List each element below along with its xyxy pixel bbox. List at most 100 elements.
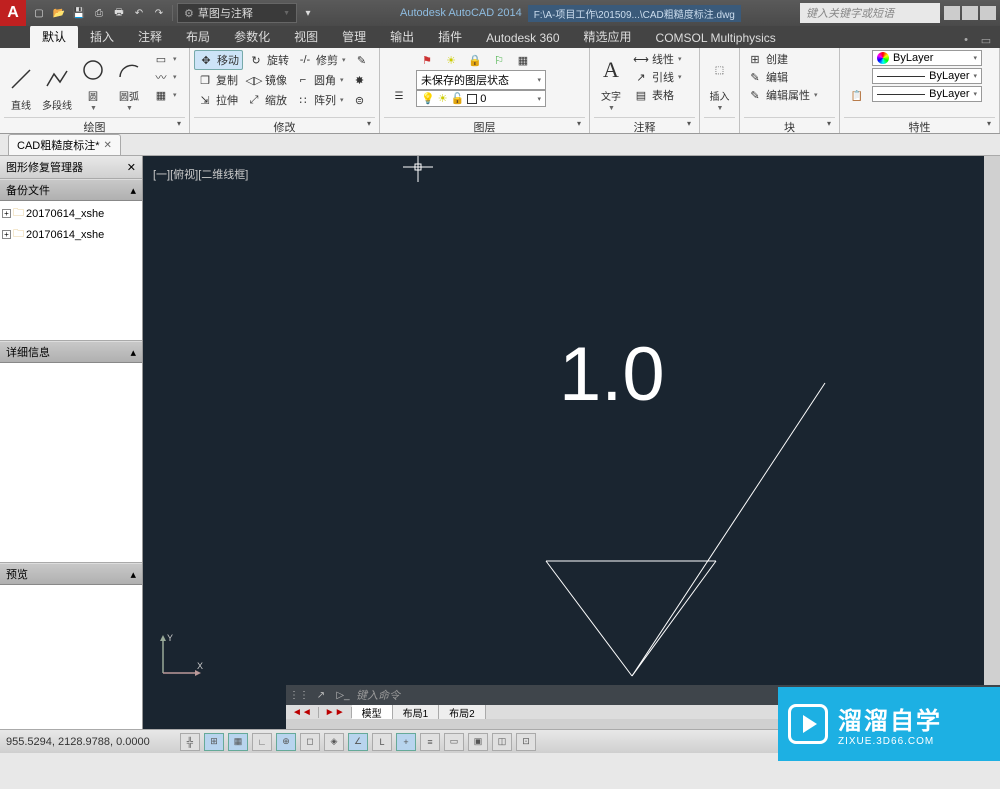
tree-item[interactable]: +🗀20170614_xshe (2, 224, 140, 245)
copy-button[interactable]: ❐复制 (194, 71, 241, 89)
tab-a360[interactable]: Autodesk 360 (474, 28, 571, 48)
tab-output[interactable]: 输出 (378, 25, 426, 48)
file-tree[interactable]: +🗀20170614_xshe +🗀20170614_xshe (0, 201, 142, 341)
erase-button[interactable]: ✎ (351, 51, 373, 69)
tab-default[interactable]: 默认 (30, 25, 78, 48)
minimize-icon[interactable]: ─ (944, 6, 960, 20)
side-close-icon[interactable]: ✕ (127, 161, 136, 174)
layer-tool4[interactable]: ⚐ (488, 51, 510, 69)
arc-button[interactable]: 圆弧▼ (112, 50, 146, 112)
status-sc[interactable]: ◫ (492, 733, 512, 751)
status-polar[interactable]: ⊕ (276, 733, 296, 751)
status-snap[interactable]: ⊞ (204, 733, 224, 751)
offset-button[interactable]: ⊜ (349, 91, 371, 109)
edit-attr-button[interactable]: ✎编辑属性▾ (744, 86, 821, 104)
layer-tool3[interactable]: 🔒 (464, 51, 486, 69)
close-icon[interactable]: ✕ (980, 6, 996, 20)
match-prop-button[interactable]: 📋 (844, 50, 870, 112)
app-logo[interactable]: A (0, 0, 26, 26)
doc-close-icon[interactable]: ✕ (104, 140, 112, 151)
qat-undo-icon[interactable]: ↶ (130, 4, 148, 22)
status-lwt[interactable]: ≡ (420, 733, 440, 751)
stretch-button[interactable]: ⇲拉伸 (194, 91, 241, 109)
panel-annot-title[interactable]: 注释▾ (594, 117, 695, 133)
qat-redo-icon[interactable]: ↷ (150, 4, 168, 22)
layer-tool1[interactable]: ⚑ (416, 51, 438, 69)
tab-featured[interactable]: 精选应用 (572, 25, 644, 48)
create-block-button[interactable]: ⊞创建 (744, 50, 821, 68)
status-grid[interactable]: ▦ (228, 733, 248, 751)
qat-open-icon[interactable]: 📂 (50, 4, 68, 22)
linear-button[interactable]: ⟷线性▾ (630, 50, 685, 68)
drawing-canvas[interactable]: [一][俯视][二维线框] 1.0 YX ⋮⋮ ↗ ▷_ 键入命令 ◄◄ ►► … (143, 156, 1000, 729)
status-ortho[interactable]: ∟ (252, 733, 272, 751)
tab-model[interactable]: 模型 (352, 705, 393, 720)
layout-next-icon[interactable]: ►► (319, 707, 352, 718)
tab-manage[interactable]: 管理 (330, 25, 378, 48)
qat-save-icon[interactable]: 💾 (70, 4, 88, 22)
maximize-icon[interactable]: ◻ (962, 6, 978, 20)
panel-modify-title[interactable]: 修改▾ (194, 117, 375, 133)
panel-prop-title[interactable]: 特性▾ (844, 117, 995, 133)
tab-view[interactable]: 视图 (282, 25, 330, 48)
status-am[interactable]: ⊡ (516, 733, 536, 751)
status-infer[interactable]: ╬ (180, 733, 200, 751)
edit-block-button[interactable]: ✎编辑 (744, 68, 821, 86)
tab-layout1[interactable]: 布局1 (393, 705, 440, 720)
status-qp[interactable]: ▣ (468, 733, 488, 751)
bullet-icon[interactable]: • (958, 32, 974, 48)
document-tab[interactable]: CAD粗糙度标注* ✕ (8, 134, 121, 155)
status-tpy[interactable]: ▭ (444, 733, 464, 751)
coordinates[interactable]: 955.5294, 2128.9788, 0.0000 (6, 736, 176, 748)
status-osnap[interactable]: ◻ (300, 733, 320, 751)
panel-block-title[interactable]: 块▾ (744, 117, 835, 133)
rotate-button[interactable]: ↻旋转 (245, 51, 292, 69)
layer-tool5[interactable]: ▦ (512, 51, 534, 69)
tab-layout[interactable]: 布局 (174, 25, 222, 48)
table-button[interactable]: ▤表格 (630, 86, 685, 104)
tab-annotate[interactable]: 注释 (126, 25, 174, 48)
layout-prev-icon[interactable]: ◄◄ (286, 707, 319, 718)
explode-button[interactable]: ✸ (349, 71, 371, 89)
layer-current-dropdown[interactable]: 💡 ☀ 🔓 0 ▾ (416, 90, 546, 107)
circle-button[interactable]: 圆▼ (76, 50, 110, 112)
lineweight-dropdown[interactable]: ByLayer▾ (872, 68, 982, 84)
qat-dd-icon[interactable]: ▾ (299, 4, 317, 22)
tab-addins[interactable]: 插件 (426, 25, 474, 48)
layer-tool2[interactable]: ☀ (440, 51, 462, 69)
ribbon-min-icon[interactable]: ▭ (978, 32, 994, 48)
backup-section[interactable]: 备份文件▴ (0, 179, 142, 201)
tree-item[interactable]: +🗀20170614_xshe (2, 203, 140, 224)
detail-section[interactable]: 详细信息▴ (0, 341, 142, 363)
array-button[interactable]: ∷阵列▾ (292, 91, 347, 109)
scale-button[interactable]: ⤢缩放 (243, 91, 290, 109)
tab-parametric[interactable]: 参数化 (222, 25, 282, 48)
layer-props-button[interactable]: ☰ (384, 50, 414, 112)
leader-button[interactable]: ↗引线▾ (630, 68, 685, 86)
cmd-recent-icon[interactable]: ↗ (312, 687, 330, 703)
status-otrack[interactable]: ∠ (348, 733, 368, 751)
trim-button[interactable]: -/-修剪▾ (294, 51, 349, 69)
panel-draw-title[interactable]: 绘图▾ (4, 117, 185, 133)
line-button[interactable]: 直线 (4, 50, 38, 112)
insert-button[interactable]: ⬚ 插入▼ (704, 50, 735, 112)
qat-print-icon[interactable]: 🖶 (110, 4, 128, 22)
layer-state-dropdown[interactable]: 未保存的图层状态▾ (416, 70, 546, 90)
cmd-handle-icon[interactable]: ⋮⋮ (290, 687, 308, 703)
text-button[interactable]: A 文字▼ (594, 50, 628, 112)
status-dyn[interactable]: + (396, 733, 416, 751)
workspace-dropdown[interactable]: ⚙ 草图与注释 ▼ (177, 3, 297, 23)
fillet-button[interactable]: ⌐圆角▾ (292, 71, 347, 89)
panel-layer-title[interactable]: 图层▾ (384, 117, 585, 133)
move-button[interactable]: ✥移动 (194, 50, 243, 70)
cmd-prompt-icon[interactable]: ▷_ (334, 687, 352, 703)
color-dropdown[interactable]: ByLayer▾ (872, 50, 982, 66)
tab-layout2[interactable]: 布局2 (439, 705, 486, 720)
preview-section[interactable]: 预览▴ (0, 563, 142, 585)
rect-button[interactable]: ▭▾ (150, 50, 180, 68)
search-input[interactable]: 键入关键字或短语 (800, 3, 940, 23)
scrollbar-v[interactable] (984, 156, 1000, 685)
mirror-button[interactable]: ◁▷镜像 (243, 71, 290, 89)
qat-new-icon[interactable]: ▢ (30, 4, 48, 22)
linetype-dropdown[interactable]: ByLayer▾ (872, 86, 982, 102)
